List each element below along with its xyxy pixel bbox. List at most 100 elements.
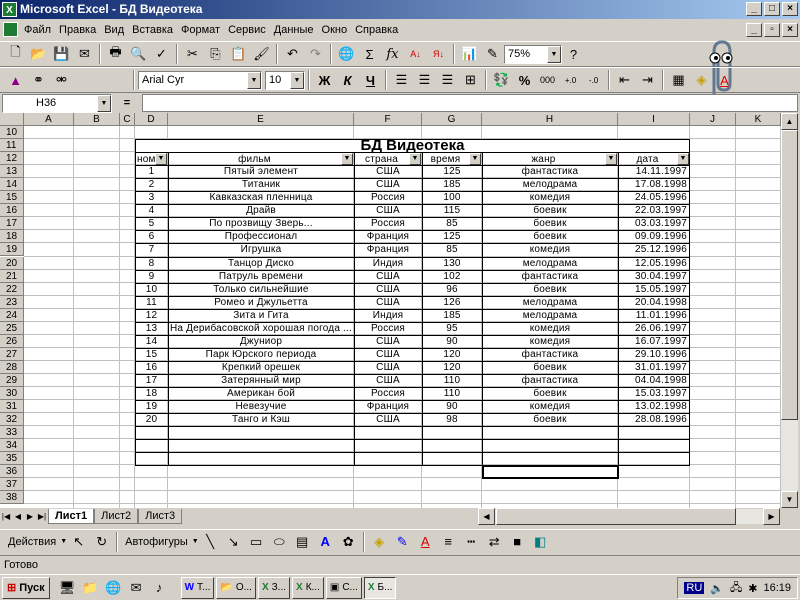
table-cell[interactable]: 18 xyxy=(136,388,167,400)
thousands-button[interactable]: 000 xyxy=(536,69,559,91)
show-desktop-icon[interactable]: 🖥 xyxy=(56,577,79,599)
table-cell[interactable]: комедия xyxy=(483,323,617,335)
task-excel-1[interactable]: X З... xyxy=(257,576,291,599)
table-cell[interactable]: комедия xyxy=(483,192,617,204)
table-cell[interactable]: Индия xyxy=(355,258,421,270)
table-cell[interactable]: 90 xyxy=(423,401,481,413)
table-cell[interactable]: Россия xyxy=(355,323,421,335)
next-sheet-icon[interactable]: ▶ xyxy=(24,510,36,524)
language-indicator[interactable]: RU xyxy=(684,582,705,594)
vertical-scrollbar[interactable]: ▲ ▼ xyxy=(781,113,798,508)
row-header[interactable]: 21 xyxy=(0,269,24,283)
table-cell[interactable]: 11.01.1996 xyxy=(619,310,689,322)
row-header[interactable]: 19 xyxy=(0,243,24,257)
open-icon[interactable]: 📂 xyxy=(27,43,50,65)
table-cell[interactable]: Франция xyxy=(355,401,421,413)
new-icon[interactable]: 🗋 xyxy=(4,43,27,65)
table-cell[interactable]: Франция xyxy=(355,231,421,243)
column-header[interactable]: G xyxy=(422,113,482,126)
table-cell[interactable]: Россия xyxy=(355,388,421,400)
table-cell[interactable]: 15.05.1997 xyxy=(619,284,689,296)
menu-tools[interactable]: Сервис xyxy=(224,24,270,36)
table-cell[interactable]: 125 xyxy=(423,231,481,243)
table-cell[interactable]: 8 xyxy=(136,258,167,270)
doc-close-button[interactable]: × xyxy=(782,23,798,37)
task-explorer[interactable]: 📂 О... xyxy=(216,576,256,599)
row-header[interactable]: 17 xyxy=(0,217,24,231)
table-cell[interactable]: 3 xyxy=(136,192,167,204)
table-cell[interactable]: комедия xyxy=(483,244,617,256)
chevron-down-icon[interactable]: ▼ xyxy=(192,538,199,545)
row-header[interactable]: 24 xyxy=(0,308,24,322)
maximize-button[interactable]: □ xyxy=(764,2,780,16)
table-cell[interactable]: Только сильнейшие xyxy=(169,284,353,296)
table-cell[interactable]: фантастика xyxy=(483,271,617,283)
unchain-icon[interactable]: ⚮ xyxy=(50,69,73,91)
table-cell[interactable]: Титаник xyxy=(169,179,353,191)
autofilter-dropdown-icon[interactable]: ▼ xyxy=(341,153,353,166)
menu-format[interactable]: Формат xyxy=(177,24,224,36)
table-cell[interactable]: 98 xyxy=(423,414,481,426)
workbook-icon[interactable] xyxy=(3,22,18,37)
shadow-icon[interactable]: ■ xyxy=(506,531,529,553)
increase-indent-icon[interactable]: ⇥ xyxy=(636,69,659,91)
currency-icon[interactable]: 💱 xyxy=(490,69,513,91)
free-rotate-icon[interactable]: ↻ xyxy=(90,531,113,553)
table-cell[interactable]: 130 xyxy=(423,258,481,270)
table-cell[interactable]: 25.12.1996 xyxy=(619,244,689,256)
menu-file[interactable]: Файл xyxy=(20,24,55,36)
table-cell[interactable]: 120 xyxy=(423,349,481,361)
arrow-icon[interactable]: ↘ xyxy=(222,531,245,553)
worksheet-grid[interactable]: A B C D E F G H I J K 10 11 12 13 14 15 16 17 18 19 20 21 22 23 2… xyxy=(0,113,781,508)
table-cell[interactable]: 100 xyxy=(423,192,481,204)
table-cell[interactable]: Невезучие xyxy=(169,401,353,413)
row-header[interactable]: 10 xyxy=(0,126,24,140)
table-cell[interactable]: 13.02.1998 xyxy=(619,401,689,413)
table-cell[interactable]: США xyxy=(355,166,421,178)
row-header[interactable]: 15 xyxy=(0,191,24,205)
table-cell[interactable]: 20.04.1998 xyxy=(619,297,689,309)
task-excel-2[interactable]: X К... xyxy=(292,576,324,599)
row-header[interactable]: 26 xyxy=(0,334,24,348)
select-objects-icon[interactable]: ↖ xyxy=(67,531,90,553)
table-cell[interactable]: Индия xyxy=(355,310,421,322)
volume-icon[interactable]: 🔈 xyxy=(710,582,724,595)
row-header[interactable]: 20 xyxy=(0,256,24,270)
media-icon[interactable]: ♪ xyxy=(148,577,171,599)
dash-style-icon[interactable]: ┅ xyxy=(460,531,483,553)
table-cell[interactable]: 95 xyxy=(423,323,481,335)
arrow-style-icon[interactable]: ⇄ xyxy=(483,531,506,553)
horizontal-scrollbar[interactable]: ◀ ▶ xyxy=(478,508,780,525)
table-cell[interactable]: США xyxy=(355,271,421,283)
row-header[interactable]: 37 xyxy=(0,478,24,492)
table-cell[interactable]: США xyxy=(355,349,421,361)
table-cell[interactable]: 110 xyxy=(423,375,481,387)
table-cell[interactable]: 29.10.1996 xyxy=(619,349,689,361)
table-cell[interactable]: 102 xyxy=(423,271,481,283)
menu-data[interactable]: Данные xyxy=(270,24,318,36)
table-cell[interactable]: Франция xyxy=(355,244,421,256)
table-cell[interactable]: 185 xyxy=(423,310,481,322)
font-color-icon[interactable]: A xyxy=(713,69,736,91)
chevron-down-icon[interactable]: ▼ xyxy=(290,71,304,89)
bold-button[interactable]: Ж xyxy=(313,69,336,91)
table-cell[interactable]: Кавказская пленница xyxy=(169,192,353,204)
fill-color-icon[interactable]: ◈ xyxy=(690,69,713,91)
autoshapes-menu[interactable]: Автофигуры xyxy=(121,536,192,548)
minimize-button[interactable]: _ xyxy=(746,2,762,16)
cut-icon[interactable]: ✂ xyxy=(181,43,204,65)
column-header[interactable]: H xyxy=(482,113,618,126)
table-cell[interactable]: 24.05.1996 xyxy=(619,192,689,204)
table-cell[interactable]: Танго и Кэш xyxy=(169,414,353,426)
table-cell[interactable]: Зита и Гита xyxy=(169,310,353,322)
sheet-tab-1[interactable]: Лист1 xyxy=(48,509,95,524)
outlook-icon[interactable]: ✉ xyxy=(125,577,148,599)
table-cell[interactable]: США xyxy=(355,284,421,296)
table-cell[interactable]: Профессионал xyxy=(169,231,353,243)
table-cell[interactable]: 125 xyxy=(423,166,481,178)
column-header[interactable]: K xyxy=(736,113,781,126)
table-cell[interactable]: 04.04.1998 xyxy=(619,375,689,387)
first-sheet-icon[interactable]: |◀ xyxy=(0,510,12,524)
table-cell[interactable]: 17.08.1998 xyxy=(619,179,689,191)
table-cell[interactable]: 2 xyxy=(136,179,167,191)
